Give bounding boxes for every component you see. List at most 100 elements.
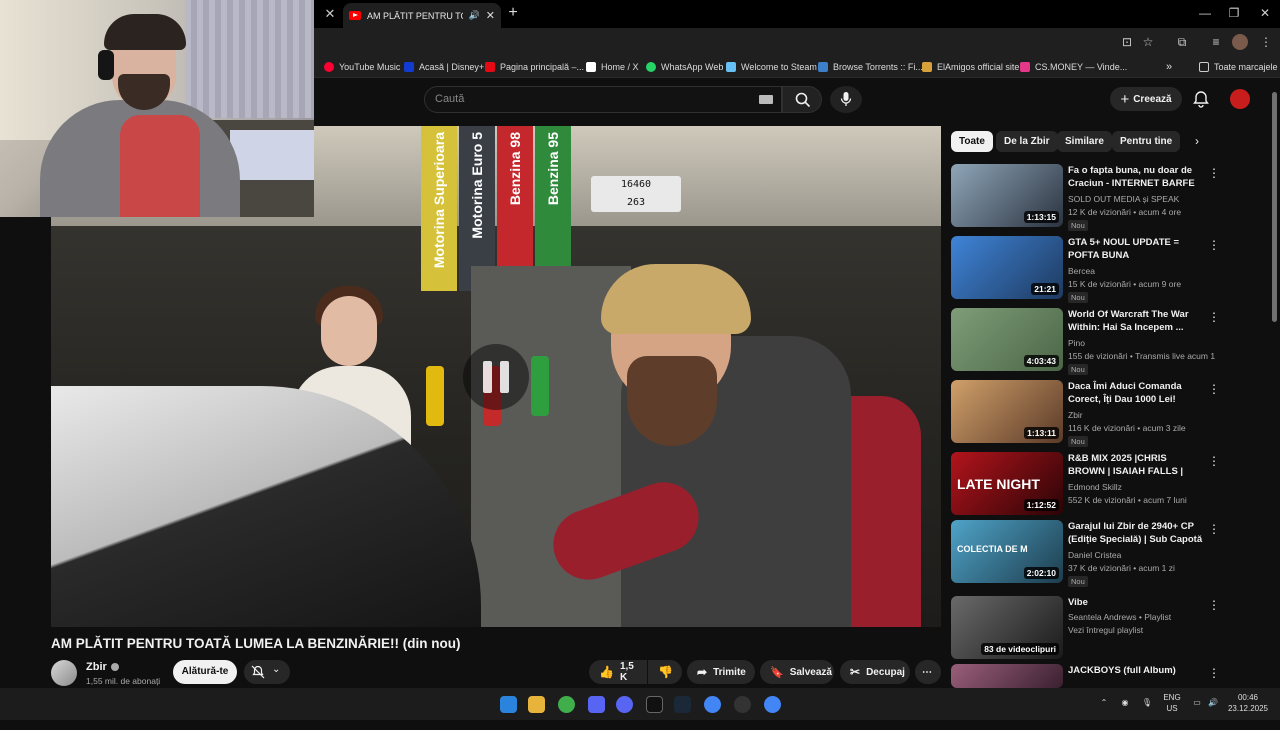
recommendation-title[interactable]: Vibe [1068, 596, 1204, 609]
profile-avatar-icon[interactable] [1232, 34, 1248, 50]
bookmark-elamigos[interactable]: ElAmigos official site [922, 59, 1019, 75]
notifications-button[interactable] [1190, 88, 1212, 110]
windows-start-icon[interactable] [500, 696, 517, 713]
join-button[interactable]: Alătură-te [173, 660, 237, 684]
dislike-button[interactable]: 👎 [648, 660, 682, 684]
restore-button[interactable]: ❐ [1219, 4, 1249, 22]
bookmark-disney[interactable]: Acasă | Disney+ [404, 59, 484, 75]
more-options-icon[interactable]: ⋮ [1208, 310, 1220, 324]
chip-for-you[interactable]: Pentru tine [1112, 131, 1181, 152]
more-actions-button[interactable]: ⋯ [915, 660, 941, 684]
recommendation-item[interactable]: 1:13:11 Daca Îmi Aduci Comanda Corect, Îț… [951, 380, 1221, 447]
recommendation-title[interactable]: R&B MIX 2025 |CHRIS BROWN | ISAIAH FALLS… [1068, 452, 1204, 478]
bookmark-steam[interactable]: Welcome to Steam [726, 59, 817, 75]
voice-search-button[interactable] [830, 86, 862, 113]
recommendation-channel[interactable]: Pino [1068, 338, 1085, 348]
bookmark-csmoney[interactable]: CS.MONEY — Vinde... [1020, 59, 1127, 75]
media-control-icon[interactable]: ≡ [1208, 34, 1224, 50]
chip-all[interactable]: Toate [951, 131, 993, 152]
recommendation-title[interactable]: Garajul lui Zbir de 2940+ CP (Ediție Spe… [1068, 520, 1204, 546]
chevron-right-icon[interactable]: › [1195, 134, 1209, 150]
channel-avatar[interactable] [51, 660, 77, 686]
microphone-icon[interactable]: 🎙 [1140, 697, 1154, 708]
account-avatar[interactable] [1230, 89, 1250, 109]
clock[interactable]: 00:46 23.12.2025 [1226, 692, 1270, 714]
language-indicator[interactable]: ENG US [1160, 692, 1184, 714]
bookmark-x[interactable]: Home / X [586, 59, 639, 75]
scrollbar-thumb[interactable] [1272, 92, 1277, 322]
recommendation-title[interactable]: Daca Îmi Aduci Comanda Corect, Îți Dau 1… [1068, 380, 1204, 406]
more-options-icon[interactable]: ⋮ [1208, 522, 1220, 536]
recommendation-title[interactable]: GTA 5+ NOUL UPDATE = POFTA BUNA [1068, 236, 1204, 262]
more-options-icon[interactable]: ⋮ [1208, 598, 1220, 612]
bookmark-whatsapp[interactable]: WhatsApp Web [646, 59, 723, 75]
recommendation-channel[interactable]: Daniel Cristea [1068, 550, 1121, 560]
recommendation-channel[interactable]: SOLD OUT MEDIA și SPEAK [1068, 194, 1179, 204]
extensions-icon[interactable]: ⧉ [1174, 34, 1190, 50]
pause-icon[interactable] [463, 344, 529, 410]
create-button[interactable]: + Creează [1110, 87, 1182, 111]
all-bookmarks-folder[interactable]: Toate marcajele [1199, 59, 1278, 75]
recommendation-channel[interactable]: Edmond Skillz [1068, 482, 1122, 492]
discord-icon[interactable] [616, 696, 633, 713]
app-icon[interactable] [734, 696, 751, 713]
menu-kebab-icon[interactable]: ⋮ [1258, 34, 1274, 50]
recommendation-thumbnail[interactable]: 83 de videoclipuri [951, 596, 1063, 659]
recommendation-item[interactable]: 1:13:15 Fa o fapta buna, nu doar de Craci… [951, 164, 1221, 231]
display-icon[interactable]: ▭ [1190, 697, 1204, 708]
chrome-icon[interactable] [704, 696, 721, 713]
recommendation-item[interactable]: 83 de videoclipuri Vibe Seantela Andrews •… [951, 596, 1221, 662]
recommendation-thumbnail[interactable]: 21:21 [951, 236, 1063, 299]
network-icon[interactable]: ◉ [1118, 697, 1132, 708]
audio-playing-icon[interactable]: 🔊 [469, 10, 480, 21]
share-button[interactable]: ➦ Trimite [687, 660, 755, 684]
new-tab-button[interactable]: + [505, 4, 521, 22]
recommendation-channel[interactable]: Seantela Andrews • Playlist [1068, 612, 1171, 622]
clip-button[interactable]: ✂ Decupaj [840, 660, 910, 684]
recommendation-thumbnail[interactable]: COLECTIA DE M 2:02:10 [951, 520, 1063, 583]
file-explorer-icon[interactable] [528, 696, 545, 713]
search-input[interactable]: Caută [424, 86, 782, 113]
channel-name[interactable]: Zbir [86, 661, 119, 673]
recommendation-channel[interactable]: Zbir [1068, 410, 1083, 420]
recommendation-thumbnail[interactable]: 4:03:43 [951, 308, 1063, 371]
epic-games-icon[interactable] [646, 696, 663, 713]
minimize-button[interactable]: — [1190, 4, 1220, 22]
more-options-icon[interactable]: ⋮ [1208, 454, 1220, 468]
steam-icon[interactable] [674, 696, 691, 713]
recommendation-thumbnail[interactable]: 1:13:11 [951, 380, 1063, 443]
media-player-icon[interactable] [588, 696, 605, 713]
close-tab-icon[interactable]: ✕ [322, 6, 338, 22]
recommendation-item[interactable]: 21:21 GTA 5+ NOUL UPDATE = POFTA BUNA Berc… [951, 236, 1221, 303]
recommendation-item[interactable]: LATE NIGHT 1:12:52 R&B MIX 2025 |CHRIS BRO… [951, 452, 1221, 518]
recommendation-item[interactable]: COLECTIA DE M 2:02:10 Garajul lui Zbir de … [951, 520, 1221, 587]
chip-from-channel[interactable]: De la Zbir [996, 131, 1058, 152]
search-button[interactable] [782, 86, 822, 113]
recommendation-title[interactable]: JACKBOYS (full Album) [1068, 664, 1204, 677]
recommendation-thumbnail[interactable]: LATE NIGHT 1:12:52 [951, 452, 1063, 515]
tray-overflow-icon[interactable]: ⌃ [1097, 697, 1111, 708]
bookmark-netflix[interactable]: Pagina principală –... [485, 59, 584, 75]
close-window-button[interactable]: ✕ [1250, 4, 1280, 22]
save-button[interactable]: 🔖 Salvează [760, 660, 834, 684]
bookmark-torrents[interactable]: Browse Torrents :: Fi... [818, 59, 923, 75]
chip-related[interactable]: Similare [1057, 131, 1112, 152]
more-options-icon[interactable]: ⋮ [1208, 238, 1220, 252]
bookmark-youtube-music[interactable]: YouTube Music [324, 59, 400, 75]
subscription-notifications-button[interactable]: ⌄ [244, 660, 290, 684]
recommendation-thumbnail[interactable] [951, 664, 1063, 688]
recommendation-item[interactable]: 4:03:43 World Of Warcraft The War Within:… [951, 308, 1221, 375]
chrome-active-icon[interactable] [764, 696, 781, 713]
volume-icon[interactable]: 🔊 [1206, 697, 1220, 708]
like-button[interactable]: 👍 1,5 K [589, 660, 647, 684]
more-options-icon[interactable]: ⋮ [1208, 382, 1220, 396]
recommendation-thumbnail[interactable]: 1:13:15 [951, 164, 1063, 227]
keyboard-icon[interactable] [759, 95, 773, 104]
more-bookmarks-chevron-icon[interactable]: » [1166, 59, 1172, 75]
active-tab[interactable]: AM PLĂTIT PENTRU TOATĂ 🔊 ✕ [343, 3, 501, 28]
bookmark-star-icon[interactable]: ☆ [1140, 34, 1156, 50]
recommendation-title[interactable]: World Of Warcraft The War Within: Hai Sa… [1068, 308, 1204, 334]
recommendation-title[interactable]: Fa o fapta buna, nu doar de Craciun - IN… [1068, 164, 1204, 190]
install-app-icon[interactable]: ⊡ [1119, 34, 1135, 50]
close-tab-icon[interactable]: ✕ [486, 9, 495, 22]
